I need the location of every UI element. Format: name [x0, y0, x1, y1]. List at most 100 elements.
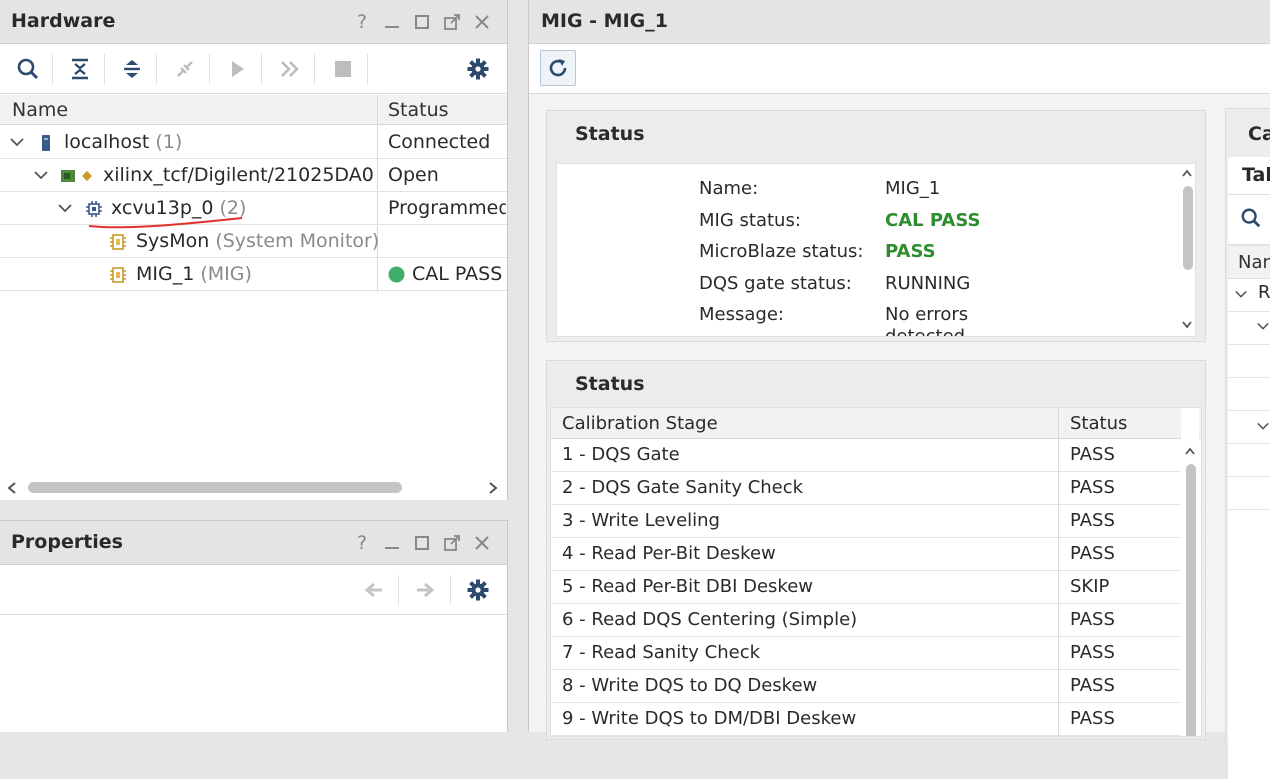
mig-core-icon	[110, 267, 126, 283]
calibration-row[interactable]: 3 - Write Leveling PASS	[551, 505, 1201, 538]
tree-row-target[interactable]: xilinx_tcf/Digilent/21025DA09 Open	[0, 159, 507, 192]
field-name-value: MIG_1	[885, 178, 941, 199]
status-vertical-scrollbar[interactable]	[1178, 164, 1195, 336]
side-panel-column-header[interactable]: Nan	[1238, 252, 1270, 273]
tree-row-localhost[interactable]: localhost (1) Connected	[0, 126, 507, 159]
tree-row-device[interactable]: xcvu13p_0 (2) Programmed	[0, 192, 507, 225]
gear-icon[interactable]	[460, 52, 496, 86]
collapse-all-icon[interactable]	[62, 52, 98, 86]
calibration-stage: 5 - Read Per-Bit DBI Deskew	[562, 576, 813, 597]
minimize-icon[interactable]	[377, 8, 407, 36]
scrollbar-thumb[interactable]	[1186, 464, 1196, 736]
scroll-down-icon[interactable]	[1181, 320, 1193, 330]
tree-row-sysmon[interactable]: SysMon (System Monitor)	[0, 225, 507, 258]
refresh-icon	[549, 59, 567, 77]
field-message-value-cont: detected	[885, 326, 966, 337]
side-panel-row: R	[1258, 282, 1270, 303]
calibration-side-panel: Ca Tal Nan R	[1225, 108, 1270, 779]
scrollbar-thumb[interactable]	[1183, 186, 1193, 270]
calibration-stage-status: PASS	[1070, 477, 1115, 498]
help-icon[interactable]: ?	[347, 529, 377, 557]
chevron-down-icon[interactable]	[1256, 319, 1270, 333]
hardware-panel-title: Hardware	[11, 10, 116, 32]
hardware-tree-header: Name Status	[0, 95, 507, 125]
calibration-status-panel: Status Calibration Stage Status 1 - DQS …	[546, 360, 1206, 740]
calibration-row[interactable]: 4 - Read Per-Bit Deskew PASS	[551, 538, 1201, 571]
chevron-down-icon[interactable]	[1256, 419, 1270, 433]
scroll-up-icon[interactable]	[1184, 446, 1196, 456]
name-column-header[interactable]: Name	[12, 99, 68, 121]
tree-row-mig[interactable]: MIG_1 (MIG) CAL PASS	[0, 258, 507, 291]
calibration-status-column-header[interactable]: Status	[1070, 413, 1127, 434]
maximize-icon[interactable]	[407, 529, 437, 557]
scrollbar-thumb[interactable]	[28, 482, 402, 493]
forward-arrow-icon[interactable]	[407, 573, 443, 607]
field-microblaze-value: PASS	[885, 241, 936, 262]
hardware-panel-header: Hardware ?	[0, 0, 507, 44]
status-column-header[interactable]: Status	[388, 99, 449, 121]
refresh-button[interactable]	[540, 50, 576, 86]
calibration-stage-status: PASS	[1070, 609, 1115, 630]
auto-connect-icon[interactable]	[167, 52, 203, 86]
field-message-label: Message:	[699, 304, 784, 325]
search-icon[interactable]	[1240, 207, 1262, 229]
calibration-stage-status: PASS	[1070, 642, 1115, 663]
chevron-down-icon[interactable]	[33, 167, 49, 183]
calibration-stage: 1 - DQS Gate	[562, 444, 680, 465]
close-icon[interactable]	[467, 529, 497, 557]
calibration-table: Calibration Stage Status 1 - DQS Gate PAS…	[550, 407, 1202, 737]
scroll-right-icon[interactable]	[487, 481, 499, 495]
calibration-vertical-scrollbar[interactable]	[1181, 408, 1199, 736]
side-panel-tab[interactable]: Tal	[1242, 164, 1270, 186]
float-icon[interactable]	[437, 8, 467, 36]
gear-icon[interactable]	[460, 573, 496, 607]
calibration-row[interactable]: 7 - Read Sanity Check PASS	[551, 637, 1201, 670]
help-icon[interactable]: ?	[347, 8, 377, 36]
calibration-row[interactable]: 2 - DQS Gate Sanity Check PASS	[551, 472, 1201, 505]
chevron-down-icon[interactable]	[1234, 287, 1248, 301]
search-icon[interactable]	[10, 52, 46, 86]
calibration-stage-status: PASS	[1070, 444, 1115, 465]
calibration-stage-column-header[interactable]: Calibration Stage	[562, 413, 718, 434]
properties-toolbar	[0, 565, 507, 615]
mig-status-title: Status	[575, 123, 645, 145]
maximize-icon[interactable]	[407, 8, 437, 36]
chevron-down-icon[interactable]	[57, 200, 73, 216]
chevron-down-icon[interactable]	[9, 134, 25, 150]
calibration-table-header: Calibration Stage Status	[551, 408, 1201, 439]
calibration-stage-status: PASS	[1070, 543, 1115, 564]
calibration-stage: 7 - Read Sanity Check	[562, 642, 761, 663]
calibration-stage-status: PASS	[1070, 708, 1115, 729]
minimize-icon[interactable]	[377, 529, 407, 557]
expand-all-icon[interactable]	[114, 52, 150, 86]
hardware-horizontal-scrollbar[interactable]	[0, 474, 507, 500]
run-immediate-icon[interactable]	[272, 52, 308, 86]
field-message-value: No errors	[885, 304, 969, 325]
status-device: Programmed	[388, 197, 506, 219]
stop-icon[interactable]	[325, 52, 361, 86]
field-dqs-gate-label: DQS gate status:	[699, 273, 852, 294]
calibration-stage: 2 - DQS Gate Sanity Check	[562, 477, 804, 498]
calibration-row[interactable]: 1 - DQS Gate PASS	[551, 439, 1201, 472]
hardware-window-controls: ?	[347, 8, 497, 36]
calibration-stage-status: SKIP	[1070, 576, 1110, 597]
sysmon-core-icon	[110, 234, 126, 250]
calibration-status-title: Status	[575, 373, 645, 395]
calibration-row[interactable]: 5 - Read Per-Bit DBI Deskew SKIP	[551, 571, 1201, 604]
mig-tab-title[interactable]: MIG - MIG_1	[541, 10, 668, 32]
status-dot-icon	[388, 266, 405, 283]
run-trigger-icon[interactable]	[219, 52, 255, 86]
calibration-row[interactable]: 9 - Write DQS to DM/DBI Deskew PASS	[551, 703, 1201, 736]
calibration-stage-status: PASS	[1070, 675, 1115, 696]
properties-panel-title: Properties	[11, 531, 123, 553]
close-icon[interactable]	[467, 8, 497, 36]
float-icon[interactable]	[437, 529, 467, 557]
back-arrow-icon[interactable]	[356, 573, 392, 607]
field-mig-status-value: CAL PASS	[885, 210, 981, 231]
scroll-up-icon[interactable]	[1181, 168, 1193, 178]
calibration-row[interactable]: 6 - Read DQS Centering (Simple) PASS	[551, 604, 1201, 637]
properties-panel-header: Properties ?	[0, 521, 507, 565]
tree-label-localhost: localhost	[64, 131, 150, 153]
calibration-row[interactable]: 8 - Write DQS to DQ Deskew PASS	[551, 670, 1201, 703]
scroll-left-icon[interactable]	[6, 481, 18, 495]
